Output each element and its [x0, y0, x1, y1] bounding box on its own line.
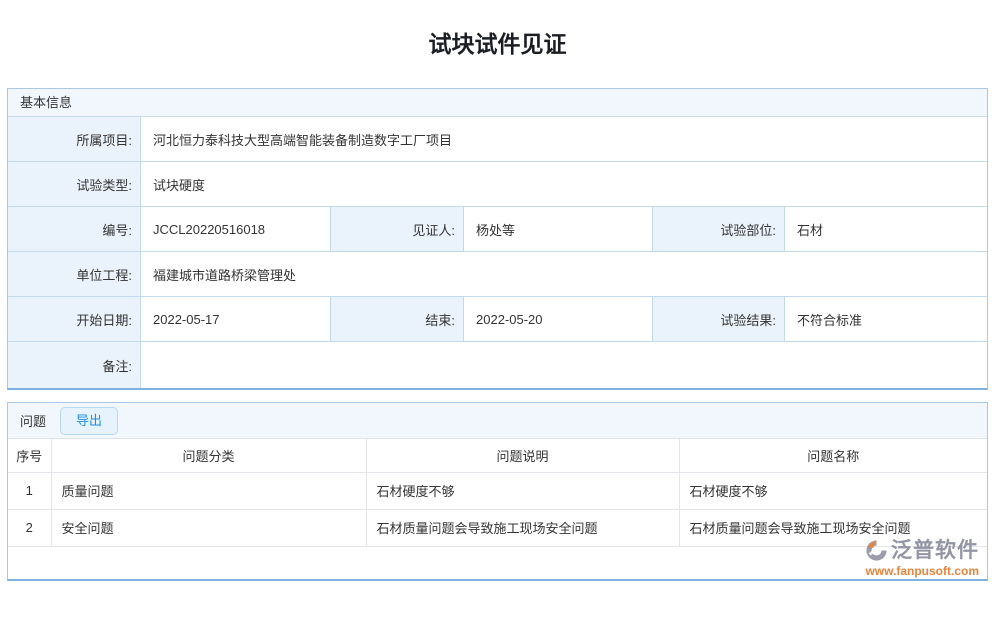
field-value-start-date: 2022-05-17 [141, 297, 331, 341]
field-value-witness: 杨处等 [464, 207, 653, 251]
col-header-no: 序号 [8, 439, 51, 472]
field-label-witness: 见证人: [331, 207, 464, 251]
field-value-end-date: 2022-05-20 [464, 297, 653, 341]
col-header-name: 问题名称 [679, 439, 987, 472]
table-header-row: 序号 问题分类 问题说明 问题名称 [8, 439, 987, 472]
export-button[interactable]: 导出 [60, 407, 118, 435]
field-value-test-result: 不符合标准 [785, 297, 987, 341]
field-value-number: JCCL20220516018 [141, 207, 331, 251]
form-row-test-type: 试验类型: 试块硬度 [8, 162, 987, 207]
field-value-unit-project: 福建城市道路桥梁管理处 [141, 252, 987, 296]
watermark-url: www.fanpusoft.com [865, 565, 979, 577]
problems-table: 序号 问题分类 问题说明 问题名称 1 质量问题 石材硬度不够 石材硬度不够 2… [8, 439, 987, 547]
cell-name: 石材硬度不够 [679, 472, 987, 509]
cell-no: 1 [8, 472, 51, 509]
problems-section-header: 问题 导出 [8, 403, 987, 439]
col-header-category: 问题分类 [51, 439, 366, 472]
basic-info-panel: 基本信息 所属项目: 河北恒力泰科技大型高端智能装备制造数字工厂项目 试验类型:… [7, 88, 988, 390]
cell-description: 石材质量问题会导致施工现场安全问题 [366, 509, 679, 546]
field-label-number: 编号: [8, 207, 141, 251]
field-value-test-part: 石材 [785, 207, 987, 251]
field-value-test-type: 试块硬度 [141, 162, 987, 206]
cell-category: 安全问题 [51, 509, 366, 546]
cell-description: 石材硬度不够 [366, 472, 679, 509]
field-label-unit-project: 单位工程: [8, 252, 141, 296]
field-label-project: 所属项目: [8, 117, 141, 161]
cell-no: 2 [8, 509, 51, 546]
cell-name: 石材质量问题会导致施工现场安全问题 [679, 509, 987, 546]
form-row-number: 编号: JCCL20220516018 见证人: 杨处等 试验部位: 石材 [8, 207, 987, 252]
table-row: 2 安全问题 石材质量问题会导致施工现场安全问题 石材质量问题会导致施工现场安全… [8, 509, 987, 546]
field-label-start-date: 开始日期: [8, 297, 141, 341]
field-label-test-result: 试验结果: [653, 297, 785, 341]
field-label-remark: 备注: [8, 342, 141, 388]
form-row-remark: 备注: [8, 342, 987, 388]
problems-panel: 问题 导出 序号 问题分类 问题说明 问题名称 1 质量问题 石材硬度不够 石材… [7, 402, 988, 581]
form-row-project: 所属项目: 河北恒力泰科技大型高端智能装备制造数字工厂项目 [8, 117, 987, 162]
basic-info-section-header: 基本信息 [8, 89, 987, 117]
cell-category: 质量问题 [51, 472, 366, 509]
problems-section-title: 问题 [20, 411, 46, 430]
table-row: 1 质量问题 石材硬度不够 石材硬度不够 [8, 472, 987, 509]
field-value-project: 河北恒力泰科技大型高端智能装备制造数字工厂项目 [141, 117, 987, 161]
page-title: 试块试件见证 [0, 30, 995, 58]
field-label-test-part: 试验部位: [653, 207, 785, 251]
field-value-remark [141, 342, 987, 388]
field-label-test-type: 试验类型: [8, 162, 141, 206]
form-row-dates: 开始日期: 2022-05-17 结束: 2022-05-20 试验结果: 不符… [8, 297, 987, 342]
field-label-end-date: 结束: [331, 297, 464, 341]
col-header-description: 问题说明 [366, 439, 679, 472]
form-row-unit-project: 单位工程: 福建城市道路桥梁管理处 [8, 252, 987, 297]
